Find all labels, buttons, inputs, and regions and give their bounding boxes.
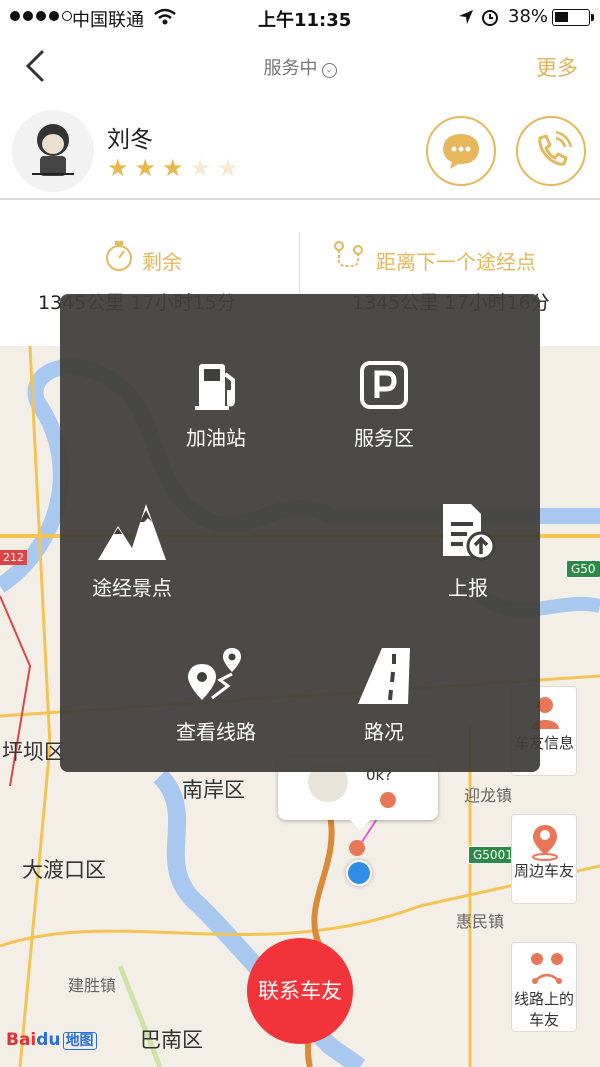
star-empty-icon: ★ <box>217 154 239 182</box>
quick-menu-overlay: 加油站 服务区 途经景点 上报 查看线路 路况 <box>60 294 540 772</box>
chat-button[interactable] <box>426 116 496 186</box>
status-bar: 中国联通 上午11:35 38% <box>0 0 600 34</box>
avatar[interactable] <box>12 110 94 192</box>
menu-label: 途经景点 <box>92 576 172 600</box>
call-button[interactable] <box>516 116 586 186</box>
place-label: 巴南区 <box>140 1028 203 1052</box>
place-label: 坪坝区 <box>2 740 65 764</box>
carrier: 中国联通 <box>72 10 144 31</box>
location-arrow-icon <box>459 10 473 24</box>
menu-label: 上报 <box>448 576 488 600</box>
clock: 上午11:35 <box>258 10 352 31</box>
star-empty-icon: ★ <box>189 154 212 182</box>
star-filled-icon: ★ <box>134 154 157 182</box>
side-label: 周边车友 <box>513 862 574 880</box>
road-shield: G50 <box>566 560 600 578</box>
view-route-button[interactable]: 查看线路 <box>136 646 296 745</box>
current-location-marker <box>346 860 372 886</box>
gas-station-button[interactable]: 加油站 <box>136 360 296 451</box>
waypoint-icon <box>334 241 363 267</box>
scenic-spots-button[interactable]: 途经景点 <box>52 500 212 601</box>
menu-label: 加油站 <box>186 426 246 450</box>
baidu-map-logo: Baidu 地图 <box>6 1030 97 1050</box>
route-friends-button[interactable]: 线路上的车友 <box>511 942 577 1032</box>
alarm-icon <box>482 10 498 26</box>
wifi-icon <box>154 8 176 25</box>
location-person-icon <box>532 825 558 861</box>
status-dot <box>380 792 396 808</box>
driver-name: 刘冬 <box>107 127 153 153</box>
menu-label: 查看线路 <box>176 720 256 744</box>
nav-bar: 服务中 ⌄ 更多 <box>0 34 600 98</box>
menu-label: 路况 <box>364 720 404 744</box>
place-label: 建胜镇 <box>68 976 117 995</box>
waypoint-marker <box>349 840 365 856</box>
road-icon <box>358 648 410 704</box>
chat-icon <box>443 134 479 169</box>
place-label: 南岸区 <box>182 778 245 802</box>
nearby-friends-button[interactable]: 周边车友 <box>511 814 577 904</box>
side-label: 线路上的车友 <box>513 990 574 1029</box>
service-status: 服务中 <box>263 58 318 79</box>
road-shield: 212 <box>0 550 27 565</box>
signal-icon <box>10 11 72 21</box>
place-label: 大渡口区 <box>22 858 106 882</box>
route-icon <box>188 648 241 700</box>
battery-percent: 38% <box>508 6 549 27</box>
report-button[interactable]: 上报 <box>388 500 548 601</box>
next-waypoint-label: 距离下一个途经点 <box>376 250 536 274</box>
place-label: 迎龙镇 <box>464 786 513 805</box>
menu-label: 服务区 <box>354 426 414 450</box>
contact-friend-button[interactable]: 联系车友 <box>247 938 353 1044</box>
timer-icon <box>106 241 132 271</box>
phone-icon <box>538 130 573 166</box>
star-filled-icon: ★ <box>162 154 184 182</box>
chevron-down-icon: ⌄ <box>321 63 337 78</box>
place-label: 惠民镇 <box>456 912 505 931</box>
parking-icon <box>360 361 408 409</box>
route-people-icon <box>531 953 563 984</box>
star-filled-icon: ★ <box>107 154 129 182</box>
driver-profile: 刘冬 ★ ★ ★ ★ ★ <box>0 98 600 200</box>
traffic-button[interactable]: 路况 <box>304 646 464 745</box>
battery-icon <box>552 9 594 26</box>
service-area-button[interactable]: 服务区 <box>304 360 464 451</box>
rating-stars: ★ ★ ★ ★ ★ <box>107 156 239 180</box>
nav-title[interactable]: 服务中 ⌄ <box>0 54 600 80</box>
divider <box>299 232 300 296</box>
more-button[interactable]: 更多 <box>536 52 578 82</box>
report-upload-icon <box>443 504 496 561</box>
mountain-icon <box>98 504 166 560</box>
remaining-label: 剩余 <box>142 250 182 274</box>
gas-station-icon <box>195 364 235 410</box>
